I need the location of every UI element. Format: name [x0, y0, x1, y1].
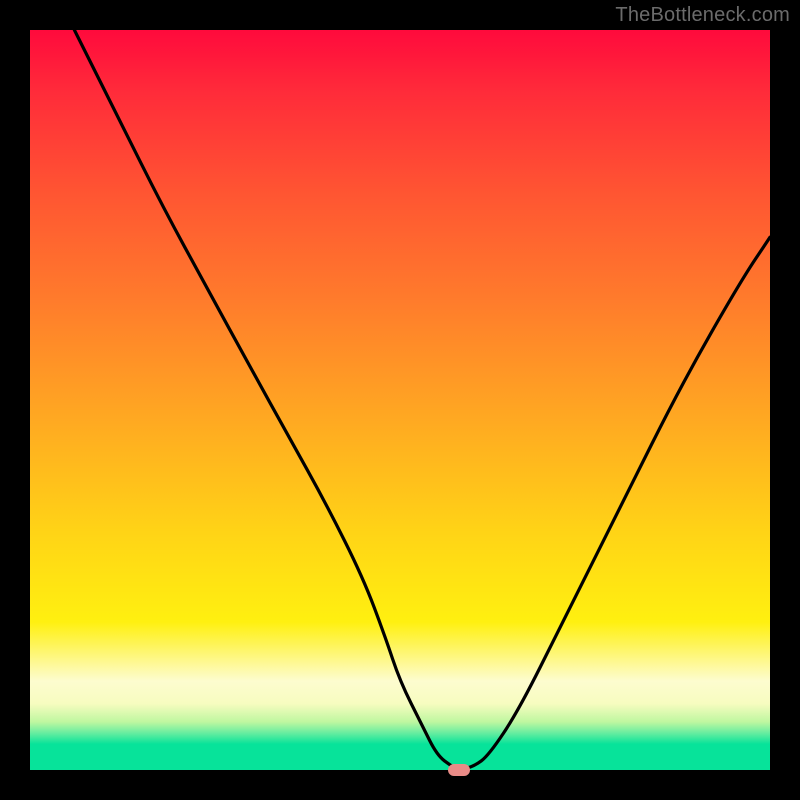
bottleneck-curve	[30, 30, 770, 770]
optimal-point-marker	[448, 764, 470, 776]
chart-frame: TheBottleneck.com	[0, 0, 800, 800]
plot-area	[30, 30, 770, 770]
watermark-text: TheBottleneck.com	[615, 4, 790, 27]
